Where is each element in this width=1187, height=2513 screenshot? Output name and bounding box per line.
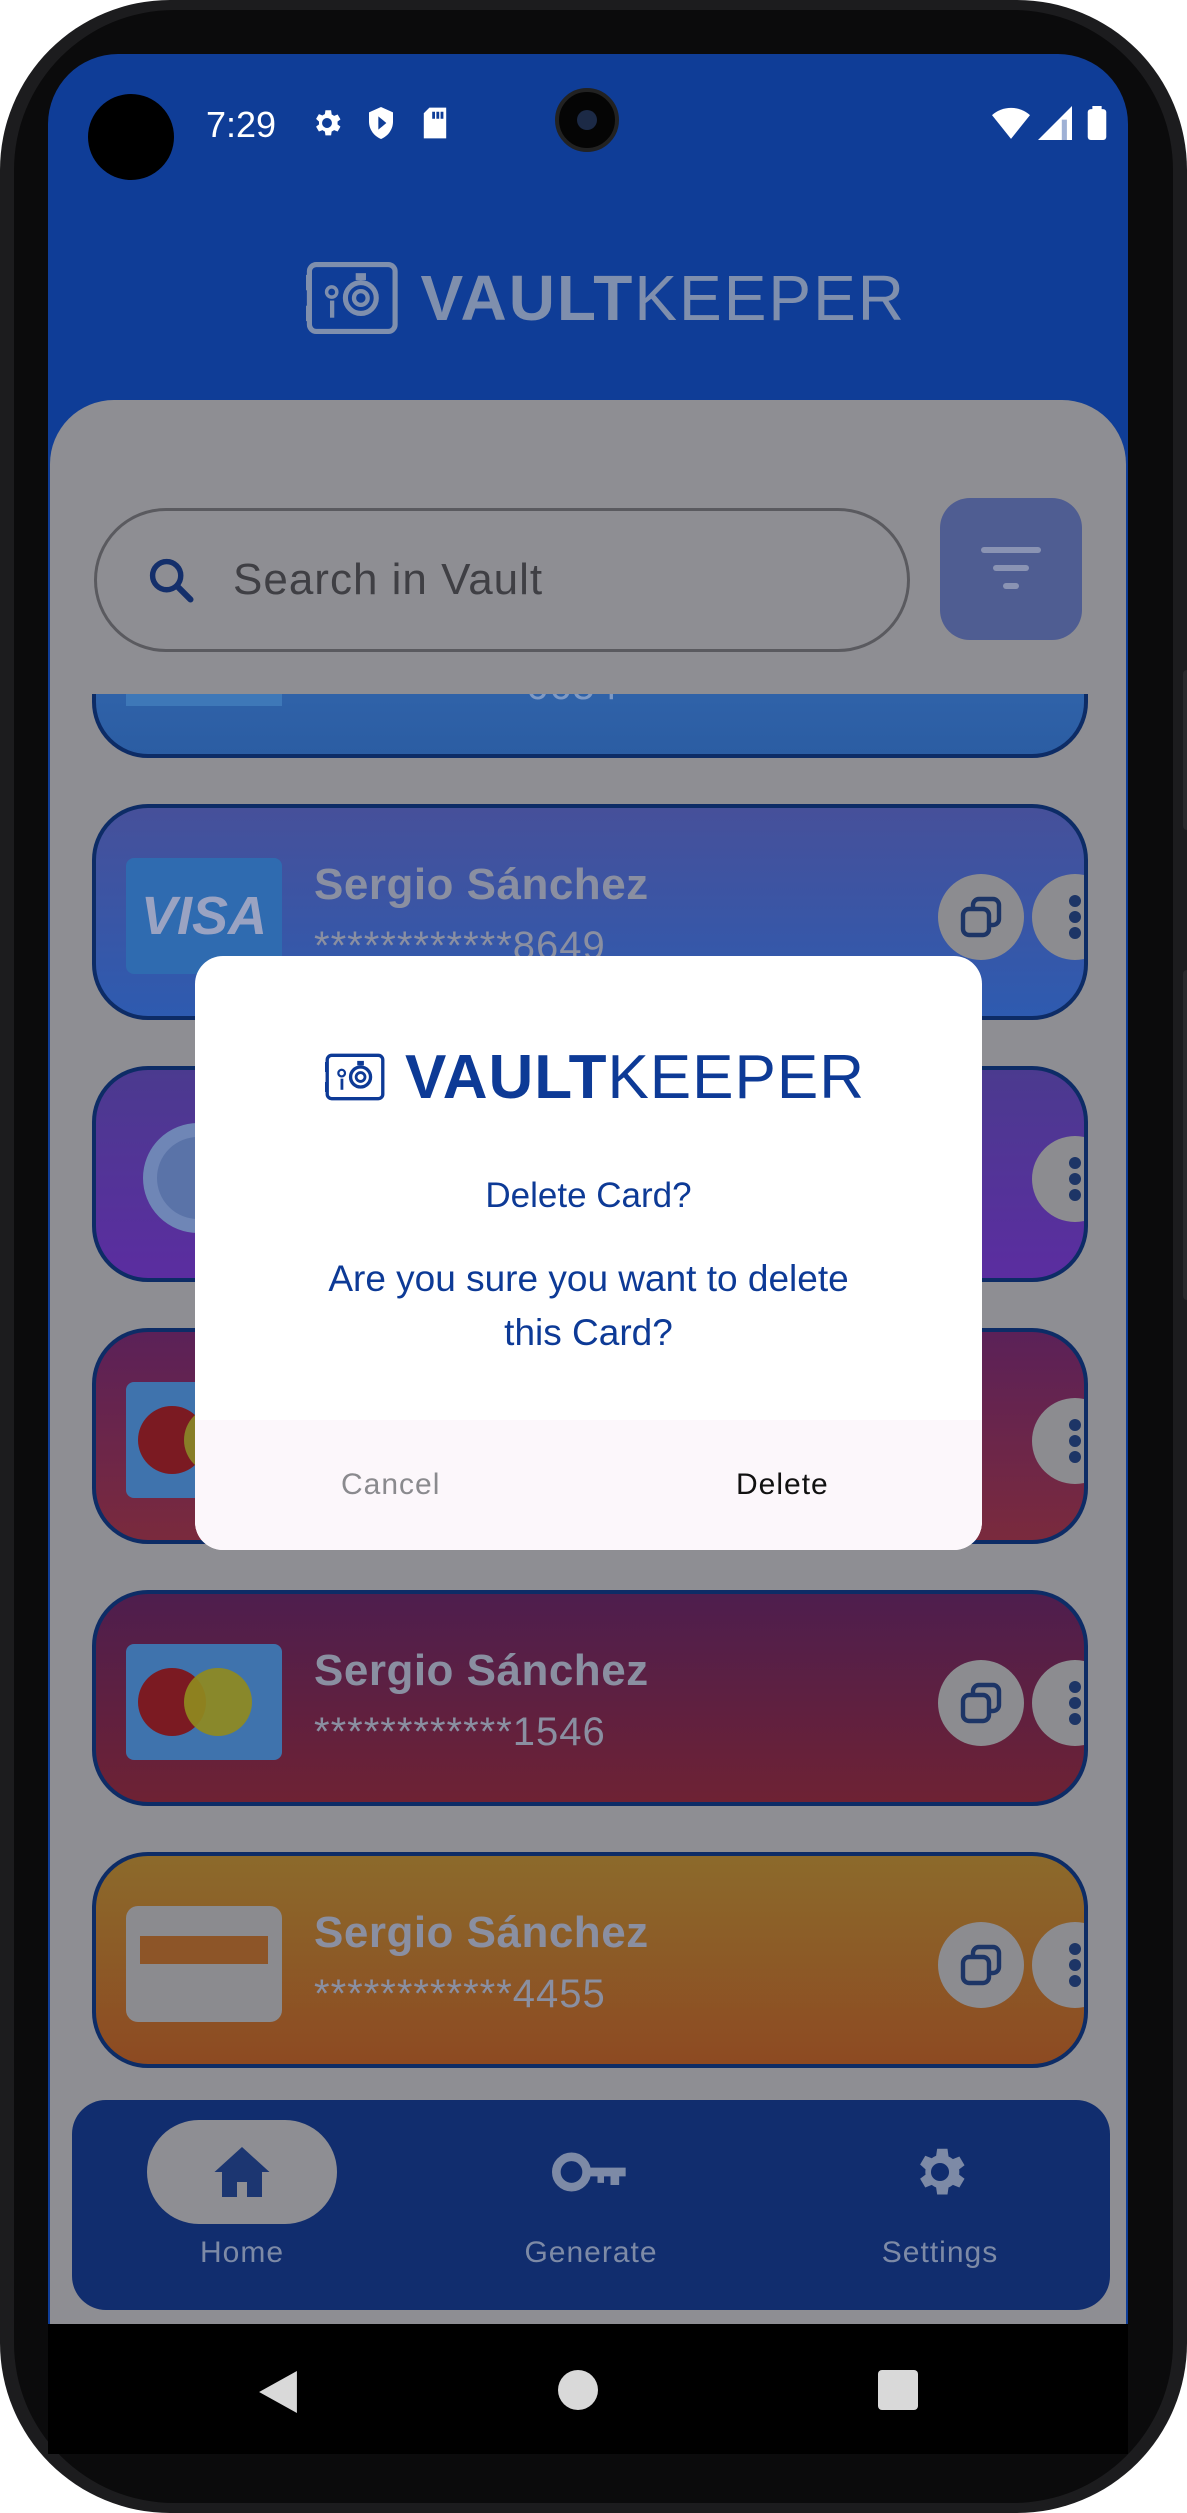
vault-logo-icon [306, 262, 398, 334]
card-item[interactable]: Sergio Sánchez ************4455 [92, 1852, 1088, 2068]
delete-card-dialog: VAULTKEEPER Delete Card? Are you sure yo… [195, 956, 982, 1550]
status-time: 7:29 [206, 104, 277, 145]
card-number: ************1546 [314, 1710, 606, 1754]
dialog-title: Delete Card? [485, 1176, 692, 1215]
nav-home[interactable]: Home [92, 2120, 392, 2290]
filter-icon [981, 547, 1041, 589]
filter-button[interactable] [940, 498, 1082, 640]
nav-generate[interactable]: Generate [441, 2120, 741, 2290]
copy-button[interactable] [938, 1922, 1024, 2008]
copy-button[interactable] [938, 874, 1024, 960]
nav-settings-label: Settings [881, 2236, 999, 2269]
dialog-logo: VAULTKEEPER [325, 1032, 865, 1122]
card-item[interactable]: 6654 [92, 694, 1088, 758]
sd-card-status-icon [416, 104, 454, 142]
vault-logo-icon [325, 1053, 385, 1101]
more-vert-icon [1069, 1943, 1081, 1987]
key-icon [552, 2152, 626, 2192]
recents-button[interactable] [878, 2370, 918, 2410]
signal-icon [1036, 104, 1074, 142]
bottom-navigation: Home Generate Settings [72, 2100, 1110, 2310]
card-holder-name: Sergio Sánchez [314, 1646, 649, 1695]
battery-icon [1078, 104, 1116, 142]
copy-icon [960, 1944, 1002, 1986]
generic-card-logo-icon [126, 1906, 282, 2022]
mastercard-logo-icon [126, 1644, 282, 1760]
search-input[interactable]: Search in Vault [94, 508, 910, 652]
more-options-button[interactable] [1032, 1922, 1084, 2008]
copy-icon [960, 1682, 1002, 1724]
card-brand-text: VISA [140, 886, 268, 946]
nav-generate-pill [496, 2120, 686, 2224]
nav-generate-label: Generate [524, 2236, 658, 2269]
power-button [1183, 970, 1187, 1300]
copy-icon [960, 896, 1002, 938]
nav-settings-pill [845, 2120, 1035, 2224]
copy-button[interactable] [938, 1660, 1024, 1746]
more-options-button[interactable] [1032, 1136, 1084, 1222]
more-options-button[interactable] [1032, 1398, 1084, 1484]
card-number: 6654 [526, 694, 619, 709]
settings-status-icon [308, 104, 346, 142]
more-vert-icon [1069, 1681, 1081, 1725]
card-brand-logo [126, 694, 282, 706]
shield-status-icon [362, 104, 400, 142]
card-holder-name: Sergio Sánchez [314, 1908, 649, 1957]
cancel-button[interactable]: Cancel [341, 1468, 440, 1502]
more-vert-icon [1069, 1157, 1081, 1201]
nav-home-pill [147, 2120, 337, 2224]
volume-button [1183, 670, 1187, 830]
card-holder-name: Sergio Sánchez [314, 860, 649, 909]
screen: 7:29 VAULTKEEPER Search in Vault VISA Se… [48, 54, 1128, 2454]
home-button[interactable] [558, 2370, 598, 2410]
home-icon [214, 2147, 270, 2197]
gear-icon [920, 2148, 965, 2195]
card-item[interactable]: Sergio Sánchez ************1546 [92, 1590, 1088, 1806]
wifi-icon [992, 104, 1030, 142]
back-triangle-icon [259, 2371, 297, 2413]
front-camera [555, 88, 619, 152]
more-vert-icon [1069, 1419, 1081, 1463]
header-logo: VAULTKEEPER [306, 250, 906, 346]
dialog-message: Are you sure you want to delete this Car… [328, 1258, 849, 1353]
more-options-button[interactable] [1032, 1660, 1084, 1746]
header-logo-text: VAULTKEEPER [420, 262, 906, 334]
search-placeholder: Search in Vault [233, 555, 544, 604]
more-options-button[interactable] [1032, 874, 1084, 960]
status-bar: 7:29 [48, 54, 1128, 180]
dialog-actions: Cancel Delete [195, 1420, 982, 1550]
nav-home-label: Home [199, 2236, 285, 2269]
phone-bezel: 7:29 VAULTKEEPER Search in Vault VISA Se… [14, 10, 1173, 2503]
more-vert-icon [1069, 895, 1081, 939]
phone-frame: 7:29 VAULTKEEPER Search in Vault VISA Se… [0, 0, 1187, 2513]
delete-button[interactable]: Delete [736, 1468, 829, 1502]
search-icon [149, 558, 194, 603]
front-camera-left [88, 94, 174, 180]
card-number: ************4455 [314, 1972, 606, 2016]
dialog-logo-text: VAULTKEEPER [405, 1042, 865, 1112]
nav-settings[interactable]: Settings [790, 2120, 1090, 2290]
system-navigation-bar [48, 2324, 1128, 2454]
back-button[interactable] [248, 2366, 308, 2418]
